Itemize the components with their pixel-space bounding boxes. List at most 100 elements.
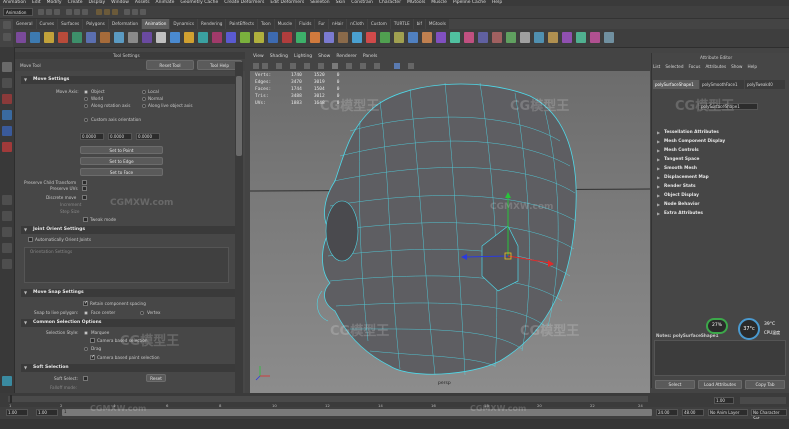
constraint-aim-icon[interactable] [282,32,292,43]
tab-surfaces[interactable]: Surfaces [58,19,83,29]
auto-orient-checkbox[interactable] [28,237,33,242]
ghost-icon[interactable] [128,32,138,43]
ae-section-mesh-controls[interactable]: Mesh Controls [654,147,784,155]
bind-skin-icon[interactable] [44,32,54,43]
snap-point-icon[interactable] [112,9,118,15]
blendshape-icon[interactable] [184,32,194,43]
bookmark-icon[interactable] [276,63,282,69]
snap-grid-icon[interactable] [96,9,102,15]
tab-ncloth[interactable]: nCloth [347,19,367,29]
custom-axis-y-field[interactable]: 0.0000 [108,133,132,140]
scale-tool-icon[interactable] [2,142,12,152]
mode-selector[interactable]: Animation [3,8,33,16]
viewport-3d[interactable] [250,71,650,393]
soft-mod-icon[interactable] [226,32,236,43]
retain-spacing-checkbox[interactable] [83,300,88,306]
ae-select-button[interactable]: Select [655,380,695,389]
smooth-shade-icon[interactable] [332,63,338,69]
render-settings-icon[interactable] [140,9,146,15]
ae-menu-list[interactable]: List [653,64,660,69]
layout-four-icon[interactable] [2,211,12,221]
ae-section-displacement-map[interactable]: Displacement Map [654,174,784,182]
xray-icon[interactable] [408,63,414,69]
tab-custom[interactable]: Custom [367,19,390,29]
tab-nhair[interactable]: nHair [328,19,347,29]
radio-marquee[interactable] [84,331,88,335]
script-editor-icon[interactable] [548,32,558,43]
time-slider-track[interactable] [8,396,648,402]
scrollbar-thumb[interactable] [236,76,242,156]
open-scene-icon[interactable] [46,9,52,15]
wire-icon[interactable] [198,32,208,43]
quick-select-icon[interactable] [394,32,404,43]
motion-path-icon[interactable] [114,32,124,43]
character-set-icon[interactable] [380,32,390,43]
locator-icon[interactable] [408,32,418,43]
range-end-field[interactable]: 24.00 [656,409,678,416]
camera-lock-icon[interactable] [262,63,268,69]
ae-menu-focus[interactable]: Focus [688,64,700,69]
vp-menu-lighting[interactable]: Lighting [294,53,312,61]
radio-drag[interactable] [84,347,88,351]
radio-local[interactable] [142,90,146,94]
custom-axis-x-field[interactable]: 0.0000 [80,133,104,140]
preserve-uvs-checkbox[interactable] [82,186,87,191]
constraint-point-icon[interactable] [268,32,278,43]
vp-menu-panels[interactable]: Panels [363,53,377,61]
vp-menu-shading[interactable]: Shading [270,53,288,61]
camera-select-icon[interactable] [253,63,259,69]
set-driven-key-icon[interactable] [352,32,362,43]
ae-tab-polysurfaceshape1[interactable]: polySurfaceShape1 [653,80,699,89]
nonlinear-icon[interactable] [240,32,250,43]
rotate-tool-icon[interactable] [2,126,12,136]
tab-curves[interactable]: Curves [36,19,58,29]
sculpt-icon[interactable] [212,32,222,43]
select-component-icon[interactable] [82,9,88,15]
ae-section-mesh-component-display[interactable]: Mesh Component Display [654,138,784,146]
lights-icon[interactable] [360,63,366,69]
jiggle-icon[interactable] [254,32,264,43]
section-soft-selection[interactable]: Soft Selection [21,364,235,372]
set-to-edge-button[interactable]: Set to Edge [80,157,163,165]
select-hierarchy-icon[interactable] [66,9,72,15]
ae-menu-attributes[interactable]: Attributes [705,64,726,69]
parent-icon[interactable] [506,32,516,43]
soft-select-checkbox[interactable] [83,376,88,381]
ae-section-tangent-space[interactable]: Tangent Space [654,156,784,164]
ae-section-node-behavior[interactable]: Node Behavior [654,201,784,209]
constraint-orient-icon[interactable] [296,32,306,43]
shelf-menu-icon[interactable] [3,21,11,29]
radio-rotation-axis[interactable] [84,104,88,108]
playblast-icon[interactable] [366,32,376,43]
graph-editor-icon[interactable] [72,32,82,43]
keyframe-icon[interactable] [58,32,68,43]
shadows-icon[interactable] [374,63,380,69]
vp-menu-show[interactable]: Show [318,53,330,61]
render-view-icon[interactable] [2,376,12,386]
tab-general[interactable]: General [13,19,36,29]
current-frame-marker[interactable] [10,395,12,403]
tab-deformation[interactable]: Deformation [108,19,141,29]
group-icon[interactable] [492,32,502,43]
ae-copy-tab-button[interactable]: Copy Tab [745,380,785,389]
radio-normal[interactable] [142,97,146,101]
textured-icon[interactable] [346,63,352,69]
freeze-icon[interactable] [450,32,460,43]
wrap-icon[interactable] [170,32,180,43]
ae-section-extra-attributes[interactable]: Extra Attributes [654,210,784,218]
command-line[interactable] [0,419,789,429]
grid-toggle-icon[interactable] [290,63,296,69]
hypershade-icon[interactable] [520,32,530,43]
select-object-icon[interactable] [74,9,80,15]
tab-fur[interactable]: Fur [315,19,328,29]
outliner-icon[interactable] [534,32,544,43]
tab-rendering[interactable]: Rendering [198,19,226,29]
camera-paint-checkbox[interactable] [90,354,95,360]
playback-controls[interactable] [740,397,786,404]
range-start-field[interactable]: 1.00 [6,409,28,416]
dope-sheet-icon[interactable] [86,32,96,43]
tab-bif[interactable]: bif [413,19,425,29]
radio-vertex[interactable] [140,311,144,315]
ae-section-object-display[interactable]: Object Display [654,192,784,200]
history-icon[interactable] [478,32,488,43]
